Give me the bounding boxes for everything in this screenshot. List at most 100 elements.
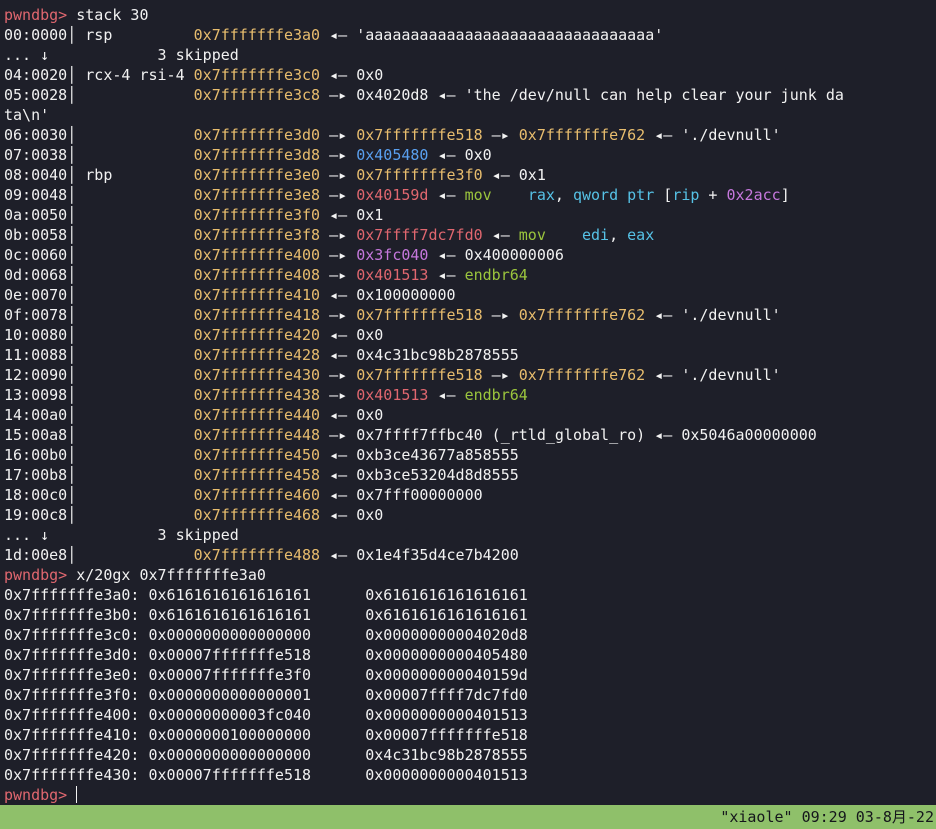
terminal-window[interactable]: pwndbg> stack 30 00:0000│ rsp 0x7fffffffe… [0,0,936,805]
terminal-line: 0x7fffffffe3a0: 0x6161616161616161 0x616… [0,585,936,605]
terminal-line: 12:0090│ 0x7fffffffe430 —▸ 0x7fffffffe51… [0,365,936,385]
terminal-line: 08:0040│ rbp 0x7fffffffe3e0 —▸ 0x7ffffff… [0,165,936,185]
terminal-text-segment: 0x7fffffffe3e8 [193,186,321,204]
terminal-text-segment: 0a:0050│ [4,206,194,224]
terminal-text-segment: —▸ [320,306,357,324]
terminal-text-segment: , [554,186,573,204]
terminal-text-segment: ◂— [482,226,519,244]
terminal-text-segment: —▸ [482,306,519,324]
terminal-text-segment: 0x7fffffffe3a0: 0x6161616161616161 0x616… [4,586,528,604]
terminal-text-segment: , [609,226,628,244]
terminal-line: 0f:0078│ 0x7fffffffe418 —▸ 0x7fffffffe51… [0,305,936,325]
terminal-text-segment: 0x7fffffffe420 [193,326,321,344]
terminal-text-segment: ◂— 0x0 [320,406,384,424]
terminal-text-segment: ... ↓ 3 skipped [4,526,239,544]
terminal-line: 13:0098│ 0x7fffffffe438 —▸ 0x401513 ◂— e… [0,385,936,405]
terminal-line: 0x7fffffffe3b0: 0x6161616161616161 0x616… [0,605,936,625]
terminal-text-segment: 0x7fffffffe3b0: 0x6161616161616161 0x616… [4,606,528,624]
terminal-line: ta\n' [0,105,936,125]
terminal-text-segment: 0x7fffffffe3c8 [193,86,321,104]
terminal-text-segment: —▸ [320,186,357,204]
terminal-text-segment: ◂— 0xb3ce53204d8d8555 [320,466,519,484]
terminal-text-segment: edi [582,226,610,244]
terminal-text-segment: 0x7fffffffe450 [193,446,321,464]
terminal-text-segment: 15:00a8│ [4,426,194,444]
terminal-text-segment: ... ↓ 3 skipped [4,46,239,64]
terminal-text-segment: ◂— './devnull' [645,126,781,144]
terminal-text-segment: ◂— 0x100000000 [320,286,456,304]
terminal-text-segment: 05:0028│ [4,86,194,104]
terminal-text-segment: —▸ [320,246,357,264]
terminal-line: ... ↓ 3 skipped [0,525,936,545]
terminal-line: 07:0038│ 0x7fffffffe3d8 —▸ 0x405480 ◂— 0… [0,145,936,165]
terminal-text-segment: 0x7fffffffe400 [193,246,321,264]
terminal-text-segment: —▸ 0x4020d8 ◂— 'the /dev/null can help c… [320,86,844,104]
terminal-text-segment: 0x7fffffffe762 [518,366,646,384]
terminal-text-segment: 0x7fffffffe468 [193,506,321,524]
terminal-text-segment: + [699,186,727,204]
terminal-text-segment: 0d:0068│ [4,266,194,284]
terminal-text-segment: —▸ [320,366,357,384]
terminal-text-segment: endbr64 [464,386,528,404]
terminal-line: 14:00a0│ 0x7fffffffe440 ◂— 0x0 [0,405,936,425]
terminal-text-segment: —▸ [320,166,357,184]
terminal-text-segment: ta\n' [4,106,50,124]
terminal-text-segment: 18:00c0│ [4,486,194,504]
terminal-line: 19:00c8│ 0x7fffffffe468 ◂— 0x0 [0,505,936,525]
terminal-text-segment: 0x7fffffffe3f0: 0x0000000000000001 0x000… [4,686,528,704]
terminal-line: 11:0088│ 0x7fffffffe428 ◂— 0x4c31bc98b28… [0,345,936,365]
terminal-text-segment: ◂— 0x0 [428,146,492,164]
terminal-text-segment: 0x3fc040 [356,246,429,264]
terminal-text-segment: —▸ [320,386,357,404]
terminal-text-segment: ◂— './devnull' [645,366,781,384]
terminal-line: 0e:0070│ 0x7fffffffe410 ◂— 0x100000000 [0,285,936,305]
terminal-text-segment: x/20gx 0x7fffffffe3a0 [76,566,266,584]
prompt-line[interactable]: pwndbg> [0,785,936,805]
terminal-text-segment: ◂— './devnull' [645,306,781,324]
terminal-line: ... ↓ 3 skipped [0,45,936,65]
terminal-line: 00:0000│ rsp 0x7fffffffe3a0 ◂— 'aaaaaaaa… [0,25,936,45]
terminal-text-segment: ◂— 0x7fff00000000 [320,486,483,504]
terminal-text-segment: mov [518,226,546,244]
terminal-line: 04:0020│ rcx-4 rsi-4 0x7fffffffe3c0 ◂— 0… [0,65,936,85]
terminal-text-segment: eax [627,226,655,244]
terminal-text-segment: ◂— 0x400000006 [428,246,564,264]
terminal-line: pwndbg> x/20gx 0x7fffffffe3a0 [0,565,936,585]
terminal-text-segment: 0x7fffffffe3f8 [193,226,321,244]
terminal-text-segment: 04:0020│ rcx-4 rsi-4 [4,66,194,84]
terminal-text-segment: 0f:0078│ [4,306,194,324]
terminal-text-segment: pwndbg> [4,566,77,584]
terminal-text-segment: 0x7fffffffe458 [193,466,321,484]
terminal-text-segment: 0b:0058│ [4,226,194,244]
terminal-line: 0a:0050│ 0x7fffffffe3f0 ◂— 0x1 [0,205,936,225]
terminal-text-segment: 0x7fffffffe3e0 [193,166,321,184]
terminal-text-segment: —▸ [320,266,357,284]
terminal-text-segment: ◂— 'aaaaaaaaaaaaaaaaaaaaaaaaaaaaaaaa' [320,26,664,44]
terminal-text-segment: 08:0040│ rbp [4,166,194,184]
terminal-line: 0c:0060│ 0x7fffffffe400 —▸ 0x3fc040 ◂— 0… [0,245,936,265]
terminal-line: 0x7fffffffe410: 0x0000000100000000 0x000… [0,725,936,745]
terminal-text-segment: 0x7fffffffe3a0 [193,26,321,44]
terminal-text-segment: 0x7fffffffe3c0 [193,66,321,84]
terminal-line: 15:00a8│ 0x7fffffffe448 —▸ 0x7ffff7ffbc4… [0,425,936,445]
terminal-text-segment: ◂— 0xb3ce43677a858555 [320,446,519,464]
terminal-text-segment: ◂— 0x1 [482,166,546,184]
terminal-text-segment: 0x401513 [356,386,429,404]
terminal-line: 0x7fffffffe400: 0x00000000003fc040 0x000… [0,705,936,725]
terminal-text-segment: 0c:0060│ [4,246,194,264]
terminal-text-segment: 0x401513 [356,266,429,284]
terminal-line: 17:00b8│ 0x7fffffffe458 ◂— 0xb3ce53204d8… [0,465,936,485]
terminal-output: pwndbg> stack 30 00:0000│ rsp 0x7fffffffe… [0,5,936,785]
terminal-text-segment: ◂— 0x1e4f35d4ce7b4200 [320,546,519,564]
terminal-text-segment: 06:0030│ [4,126,194,144]
terminal-text-segment: 17:00b8│ [4,466,194,484]
terminal-text-segment: 14:00a0│ [4,406,194,424]
terminal-text-segment: 1d:00e8│ [4,546,194,564]
terminal-text-segment: 0x7fffffffe420: 0x0000000000000000 0x4c3… [4,746,528,764]
terminal-line: 0d:0068│ 0x7fffffffe408 —▸ 0x401513 ◂— e… [0,265,936,285]
terminal-text-segment: 09:0048│ [4,186,194,204]
terminal-line: 16:00b0│ 0x7fffffffe450 ◂— 0xb3ce43677a8… [0,445,936,465]
terminal-text-segment: ◂— 0x4c31bc98b2878555 [320,346,519,364]
terminal-line: 1d:00e8│ 0x7fffffffe488 ◂— 0x1e4f35d4ce7… [0,545,936,565]
